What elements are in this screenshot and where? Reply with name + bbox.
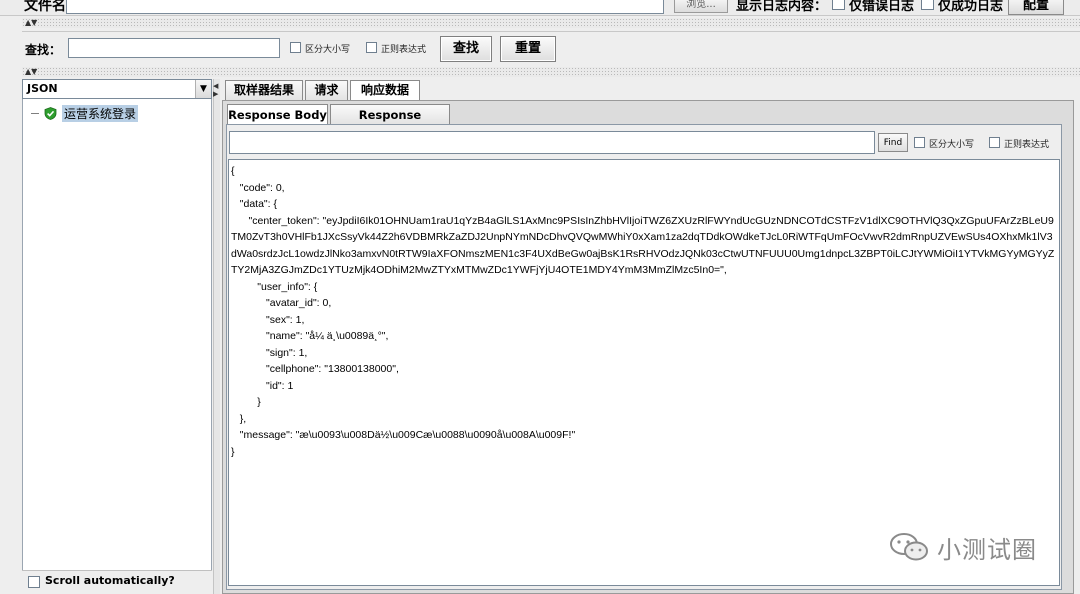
- body-case-checkbox[interactable]: [914, 137, 925, 148]
- wechat-logo-icon: [890, 533, 928, 561]
- scroll-auto-checkbox[interactable]: [28, 576, 40, 588]
- filename-label: 文件名: [24, 0, 66, 14]
- response-json-text[interactable]: { "code": 0, "data": { "center_token": "…: [231, 163, 1056, 460]
- split-arrows-icon[interactable]: ◀ ▶: [213, 82, 218, 98]
- splitter-middle[interactable]: [22, 67, 1080, 77]
- search-regex-checkbox[interactable]: [366, 42, 377, 53]
- renderer-select[interactable]: JSON ▼: [22, 79, 212, 99]
- tree-item-login[interactable]: 运营系统登录: [62, 105, 139, 122]
- body-regex-checkbox[interactable]: [989, 137, 1000, 148]
- filename-input[interactable]: [66, 0, 664, 14]
- success-only-label: 仅成功日志: [938, 0, 1004, 14]
- scroll-auto-label: Scroll automatically?: [45, 574, 175, 587]
- errors-only-label: 仅错误日志: [849, 0, 915, 14]
- collapse-arrows-icon[interactable]: ▲▼: [25, 19, 37, 27]
- tab-sampler-result[interactable]: 取样器结果: [225, 80, 303, 101]
- errors-only-checkbox[interactable]: [832, 0, 845, 10]
- vertical-splitter[interactable]: [213, 79, 220, 594]
- find-button[interactable]: 查找: [440, 36, 492, 62]
- search-input[interactable]: [68, 38, 280, 58]
- browse-button[interactable]: 浏览...: [674, 0, 728, 13]
- body-find-button[interactable]: Find: [878, 133, 908, 152]
- body-regex-label: 正则表达式: [1004, 140, 1050, 150]
- tab-response-body[interactable]: Response Body: [227, 104, 328, 125]
- chevron-down-icon[interactable]: ▼: [195, 80, 211, 98]
- body-case-label: 区分大小写: [929, 140, 975, 150]
- tab-request[interactable]: 请求: [305, 80, 348, 101]
- tab-response-headers[interactable]: Response headers: [330, 104, 450, 142]
- search-case-checkbox[interactable]: [290, 42, 301, 53]
- success-shield-icon: [44, 107, 57, 120]
- watermark-text: 小测试圈: [937, 536, 1037, 564]
- collapse-arrows-icon[interactable]: ▲▼: [25, 68, 37, 76]
- configure-button[interactable]: 配置: [1008, 0, 1064, 15]
- search-label: 查找：: [25, 43, 62, 57]
- success-only-checkbox[interactable]: [921, 0, 934, 10]
- splitter-top[interactable]: [22, 18, 1080, 28]
- tree-connector: [31, 113, 39, 114]
- renderer-value: JSON: [27, 82, 58, 95]
- search-case-label: 区分大小写: [305, 45, 351, 55]
- tab-response-data[interactable]: 响应数据: [350, 80, 420, 101]
- scroll-auto-bar: Scroll automatically?: [22, 570, 212, 594]
- reset-button[interactable]: 重置: [500, 36, 556, 62]
- log-content-label: 显示日志内容：: [736, 0, 828, 14]
- results-tree-panel: [22, 79, 212, 594]
- body-search-input[interactable]: [229, 131, 875, 154]
- search-regex-label: 正则表达式: [381, 45, 427, 55]
